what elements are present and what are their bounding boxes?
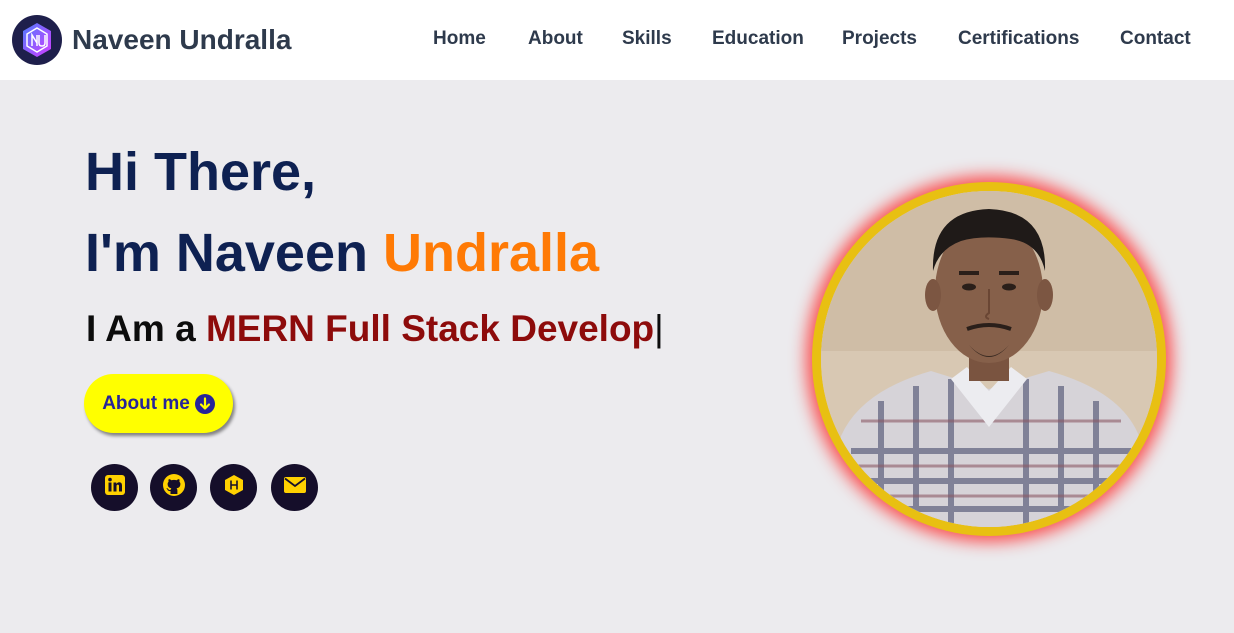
nav-home[interactable]: Home	[433, 28, 486, 50]
typed-role: MERN Full Stack Develop	[205, 308, 655, 349]
github-link[interactable]	[150, 464, 197, 511]
nav-education[interactable]: Education	[712, 28, 804, 50]
profile-photo	[821, 191, 1157, 527]
linkedin-link[interactable]	[91, 464, 138, 511]
navbar: Naveen Undralla Home About Skills Educat…	[0, 0, 1234, 80]
hero-intro-prefix: I'm Naveen	[85, 223, 368, 283]
typed-prefix: I Am a	[86, 308, 196, 349]
nav-contact[interactable]: Contact	[1120, 28, 1191, 50]
nav-skills[interactable]: Skills	[622, 28, 672, 50]
main-nav: Home About Skills Education Projects Cer…	[0, 28, 1234, 54]
about-me-label: About me	[102, 392, 190, 414]
hero-intro-accent: Undralla	[383, 223, 600, 283]
hero-intro: I'm Naveen Undralla	[85, 222, 599, 284]
about-me-button[interactable]: About me	[84, 374, 233, 433]
linkedin-icon	[104, 474, 126, 501]
typed-role-line: I Am a MERN Full Stack Develop|	[86, 308, 664, 350]
nav-certifications[interactable]: Certifications	[958, 28, 1079, 50]
github-icon	[162, 473, 186, 502]
email-link[interactable]	[271, 464, 318, 511]
hashnode-link[interactable]	[210, 464, 257, 511]
hero-greeting: Hi There,	[85, 142, 317, 202]
hashnode-icon	[223, 474, 245, 501]
nav-about[interactable]: About	[528, 28, 583, 50]
profile-photo-frame	[812, 182, 1166, 536]
arrow-down-circle-icon	[194, 393, 215, 414]
typing-cursor: |	[654, 308, 664, 349]
envelope-icon	[283, 476, 307, 499]
nav-projects[interactable]: Projects	[842, 28, 917, 50]
